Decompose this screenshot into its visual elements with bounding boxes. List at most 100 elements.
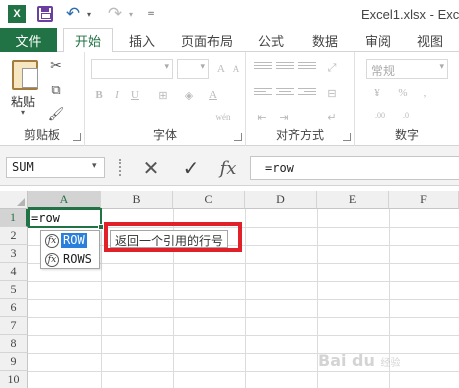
border-icon[interactable]: ⊞ [155,88,171,102]
name-box-dropdown-icon[interactable]: ▾ [92,161,97,171]
tab-insert[interactable]: 插入 [118,28,166,52]
customize-quick-access-icon[interactable]: = [146,4,156,24]
align-center-icon[interactable] [276,88,294,100]
font-size-combo[interactable] [177,59,209,79]
cancel-icon[interactable]: ✕ [136,156,166,180]
shrink-font-icon[interactable]: A [228,62,244,76]
fill-color-icon[interactable]: ◈ [181,88,197,102]
excel-logo-icon: X [8,5,26,23]
undo-dropdown-icon[interactable]: ▾ [84,4,94,24]
number-format-combo[interactable]: 常规 [366,59,448,79]
align-right-icon[interactable] [298,88,316,100]
document-title: Excel1.xlsx - Exce [361,7,459,22]
title-bar: X ↶ ▾ ↷ ▾ = Excel1.xlsx - Exce [0,0,459,28]
tab-page-layout[interactable]: 页面布局 [172,28,242,52]
paste-icon[interactable] [12,60,38,90]
alignment-group: ⤢ ⊟ ⇤ ⇥ ↵ 对齐方式 [246,52,355,146]
name-box[interactable]: SUM [6,157,105,178]
decrease-decimal-icon[interactable]: .0 [395,108,417,122]
row-header[interactable]: 2 [0,227,28,245]
ribbon: 粘贴 ▾ ✂ ⧉ 🖌 剪贴板 A A B I U ⊞ ◈ A wén 字体 ⤢ … [0,52,459,146]
highlight-annotation-box [104,222,242,252]
redo-dropdown-icon[interactable]: ▾ [126,4,136,24]
gridline [28,371,459,372]
number-group: 常规 ¥ % , .00 .0 数字 [355,52,459,146]
clipboard-group: 粘贴 ▾ ✂ ⧉ 🖌 剪贴板 [0,52,85,146]
row-header[interactable]: 1 [0,209,28,227]
active-cell-editor[interactable]: =row [28,208,102,228]
function-icon: fx [45,252,59,267]
column-header[interactable]: A [28,191,101,209]
worksheet-grid: A B C D E F 1 2 3 4 5 6 7 8 9 10 =row fx… [0,191,459,388]
gridline [28,281,459,282]
autocomplete-item-rows[interactable]: fx ROWS [42,251,98,268]
align-top-icon[interactable] [254,62,272,74]
tab-file[interactable]: 文件 [0,28,57,52]
font-launcher-icon[interactable] [234,133,242,141]
align-bottom-icon[interactable] [298,62,316,74]
ribbon-tabs: 文件 开始 插入 页面布局 公式 数据 审阅 视图 [0,28,459,53]
format-painter-icon[interactable]: 🖌 [48,106,65,122]
font-group-label: 字体 [152,128,177,142]
percent-icon[interactable]: % [395,86,411,100]
undo-icon[interactable]: ↶ [64,4,82,24]
increase-decimal-icon[interactable]: .00 [369,108,391,122]
decrease-indent-icon[interactable]: ⇤ [254,110,270,124]
phonetic-guide-icon[interactable]: wén [211,110,235,124]
increase-indent-icon[interactable]: ⇥ [276,110,292,124]
formula-bar-splitter[interactable] [119,159,122,176]
align-middle-icon[interactable] [276,62,294,74]
paste-dropdown-icon[interactable]: ▾ [21,108,25,117]
row-header[interactable]: 4 [0,263,28,281]
currency-icon[interactable]: ¥ [369,86,385,100]
column-header[interactable]: E [317,191,389,209]
row-header[interactable]: 7 [0,317,28,335]
insert-function-icon[interactable]: fx [213,156,243,180]
tab-review[interactable]: 审阅 [356,28,400,52]
column-header[interactable]: C [173,191,245,209]
orientation-icon[interactable]: ⤢ [324,61,340,75]
tab-view[interactable]: 视图 [408,28,452,52]
column-header[interactable]: B [101,191,173,209]
number-group-label: 数字 [394,128,419,142]
gridline [28,317,459,318]
watermark-logo: Bai du [318,351,375,370]
save-icon[interactable] [37,6,53,22]
row-header[interactable]: 9 [0,353,28,371]
merge-center-icon[interactable]: ⊟ [324,86,340,100]
alignment-launcher-icon[interactable] [343,133,351,141]
wrap-text-icon[interactable]: ↵ [324,110,340,124]
autocomplete-item-label: ROW [61,233,87,248]
column-header[interactable]: D [245,191,317,209]
row-header[interactable]: 8 [0,335,28,353]
row-header[interactable]: 10 [0,371,28,388]
watermark-sub: 经验 [380,358,401,369]
row-header[interactable]: 3 [0,245,28,263]
bold-icon[interactable]: B [91,88,107,102]
copy-icon[interactable]: ⧉ [48,82,64,98]
autocomplete-item-label: ROWS [63,252,92,266]
comma-style-icon[interactable]: , [417,86,433,100]
tab-data[interactable]: 数据 [302,28,348,52]
cut-icon[interactable]: ✂ [48,58,64,74]
redo-icon[interactable]: ↷ [106,4,124,24]
gridline [28,335,459,336]
watermark: Bai du 经验 [318,351,400,370]
underline-icon[interactable]: U [127,88,143,102]
autocomplete-item-row[interactable]: fx ROW [42,232,98,249]
align-left-icon[interactable] [254,88,272,100]
enter-icon[interactable]: ✓ [176,156,206,180]
formula-input[interactable]: =row [250,156,459,180]
tab-home[interactable]: 开始 [63,28,113,53]
tab-formulas[interactable]: 公式 [248,28,294,52]
clipboard-launcher-icon[interactable] [73,133,81,141]
grow-font-icon[interactable]: A [213,62,229,76]
function-autocomplete-list: fx ROW fx ROWS [40,230,100,269]
italic-icon[interactable]: I [109,88,125,102]
select-all-button[interactable] [0,191,28,209]
font-color-icon[interactable]: A [205,88,221,102]
column-header[interactable]: F [389,191,459,209]
row-header[interactable]: 6 [0,299,28,317]
font-name-combo[interactable] [91,59,173,79]
row-header[interactable]: 5 [0,281,28,299]
